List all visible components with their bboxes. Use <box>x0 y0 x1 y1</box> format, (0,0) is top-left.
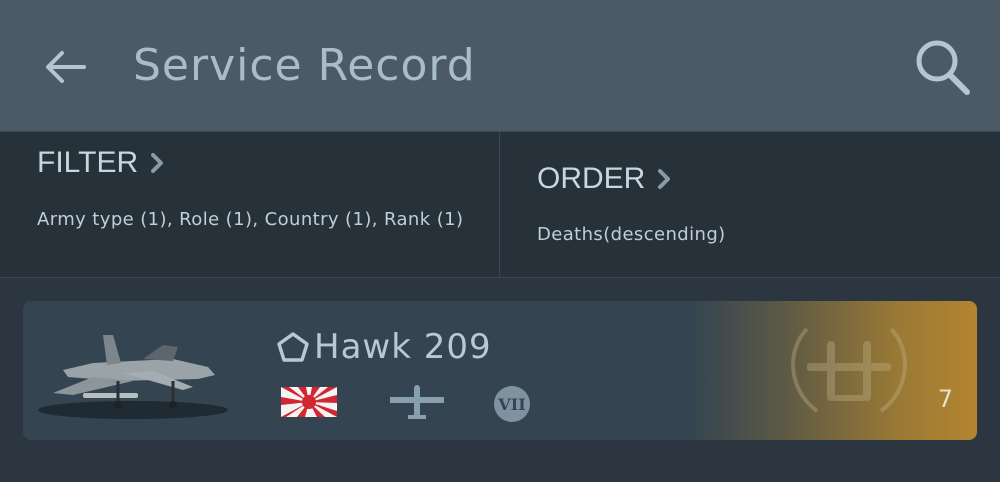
aircraft-silhouette-icon <box>390 385 444 419</box>
rising-sun-flag-icon <box>281 387 337 417</box>
pentagon-icon <box>276 331 310 363</box>
app-header: Service Record <box>0 0 1000 131</box>
jet-aircraft-image <box>38 335 228 419</box>
filter-heading-label: FILTER <box>37 146 139 179</box>
laurel-wreath-aircraft-icon <box>791 327 907 413</box>
death-count: 7 <box>937 385 953 413</box>
filter-panel[interactable]: FILTER Army type (1), Role (1), Country … <box>0 132 500 277</box>
order-panel[interactable]: ORDER Deaths(descending) <box>500 132 1000 277</box>
arrow-left-icon <box>46 51 86 83</box>
record-name-label: Hawk 209 <box>314 327 492 367</box>
filter-summary: Army type (1), Role (1), Country (1), Ra… <box>37 209 464 230</box>
order-summary: Deaths(descending) <box>537 224 726 245</box>
filter-order-bar: FILTER Army type (1), Role (1), Country … <box>0 131 1000 278</box>
record-name: Hawk 209 <box>276 327 492 367</box>
chevron-right-icon <box>657 168 671 190</box>
page-title: Service Record <box>133 40 476 91</box>
order-heading: ORDER <box>537 162 671 196</box>
rank-badge: VII <box>494 386 530 422</box>
filter-heading: FILTER <box>37 146 164 180</box>
search-button[interactable] <box>910 36 976 98</box>
record-card[interactable]: Hawk 209 VII 7 <box>23 301 977 440</box>
back-button[interactable] <box>40 44 90 90</box>
search-icon <box>916 40 970 95</box>
order-heading-label: ORDER <box>537 162 646 195</box>
chevron-right-icon <box>150 152 164 174</box>
